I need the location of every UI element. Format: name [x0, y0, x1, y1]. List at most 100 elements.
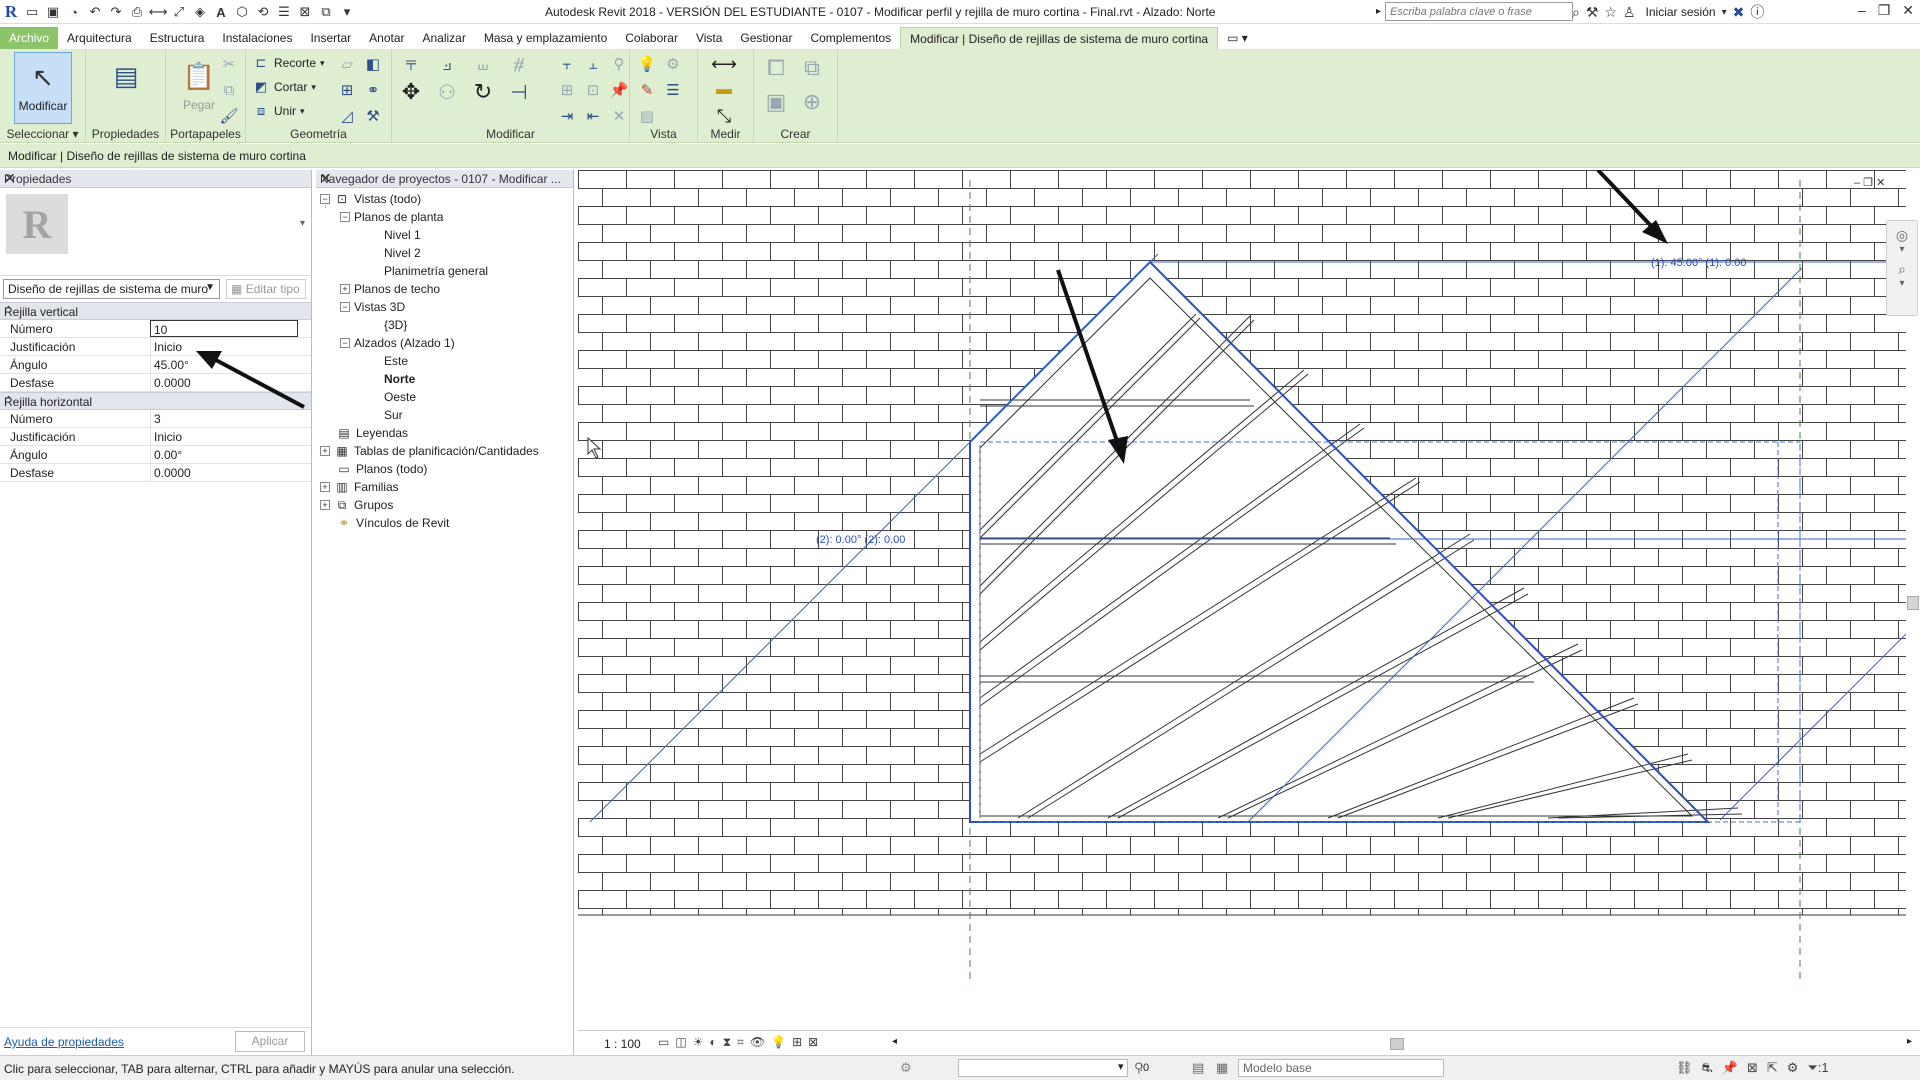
elevation-drawing[interactable]: (1): 45.00° (1): 0.00 (2): 0.00° (2): 0.… — [578, 170, 1906, 1030]
expand-icon[interactable]: + — [340, 284, 350, 294]
select-pinned-icon[interactable]: 📌 — [1722, 1060, 1738, 1078]
cut-geometry-button[interactable]: ◩ Cortar ▾ — [252, 77, 316, 97]
tab-7[interactable]: Masa y emplazamiento — [475, 27, 616, 49]
tab-2[interactable]: Estructura — [141, 27, 214, 49]
panel-label-seleccionar[interactable]: Seleccionar ▾ — [0, 127, 85, 141]
tree-node-vinculos[interactable]: ⚭ Vínculos de Revit — [336, 514, 449, 532]
tree-node-sur[interactable]: Sur — [384, 406, 403, 424]
edit-type-button[interactable]: ▦ Editar tipo — [226, 279, 306, 299]
hammer-icon[interactable]: ⚒ — [362, 105, 384, 127]
tree-node-planos-planta[interactable]: − Planos de planta — [340, 208, 443, 226]
print-icon[interactable]: ⎙ — [128, 3, 146, 21]
open-icon[interactable]: ▭ — [23, 3, 41, 21]
view-window-controls[interactable]: – ❐ ✕ — [1854, 177, 1885, 189]
tree-node-3d[interactable]: {3D} — [384, 316, 407, 334]
select-by-face-icon[interactable]: ⊠ — [1747, 1060, 1758, 1078]
rotate-icon[interactable]: ↻ — [472, 79, 494, 104]
properties-help-link[interactable]: Ayuda de propiedades — [4, 1035, 124, 1049]
thin-lines-icon[interactable]: ☰ — [275, 3, 293, 21]
analytical-icon[interactable]: ⊞ — [792, 1035, 802, 1050]
section-icon[interactable]: ⟲ — [254, 3, 272, 21]
select-links-icon[interactable]: ⛓ — [1676, 1060, 1693, 1078]
wall-joins-icon[interactable]: ⊞ — [336, 79, 358, 101]
collapse-icon[interactable]: − — [340, 212, 350, 222]
measure-icon[interactable]: ⟷ — [149, 3, 168, 21]
tree-node-oeste[interactable]: Oeste — [384, 388, 416, 406]
edit-profile-icon[interactable]: ◿ — [336, 105, 358, 127]
customize-qat-icon[interactable]: ▾ — [338, 3, 356, 21]
restore-icon[interactable]: ❐ — [1878, 2, 1891, 19]
text-icon[interactable]: A — [212, 3, 230, 21]
mirror-axis-icon[interactable]: ⧢ — [472, 53, 494, 75]
tab-1[interactable]: Arquitectura — [58, 27, 141, 49]
search-arrow-icon[interactable]: ▸ — [1376, 6, 1381, 17]
select-underlay-icon[interactable]: ⛐ — [1702, 1060, 1713, 1078]
scroll-right-icon[interactable]: ▸ — [1907, 1036, 1912, 1047]
property-value[interactable]: Inicio — [150, 428, 298, 445]
hide-icon[interactable]: ⚙ — [662, 53, 684, 75]
revit-logo-icon[interactable]: R — [2, 2, 20, 21]
line-weight-icon[interactable]: ☰ — [662, 79, 684, 101]
align-icon[interactable]: ⫧ — [400, 53, 422, 75]
background-processes-icon[interactable]: ⚙ — [1787, 1060, 1799, 1078]
move-icon[interactable]: ✥ — [400, 79, 422, 104]
workset-selector[interactable] — [958, 1059, 1128, 1077]
create-parts-icon[interactable]: ⧉ — [796, 53, 828, 83]
tab-6[interactable]: Analizar — [414, 27, 475, 49]
switch-windows-icon[interactable]: ⧉ — [317, 3, 335, 21]
property-row[interactable]: Desfase 0.0000 — [0, 464, 311, 482]
editable-only-icon[interactable]: ▦ — [1216, 1060, 1228, 1076]
tree-node-familias[interactable]: + ▥ Familias — [320, 478, 399, 496]
vertical-scrollbar[interactable] — [1906, 170, 1920, 1030]
graphics-icon[interactable]: ▨ — [636, 105, 658, 127]
exchange-icon[interactable]: ✖ — [1733, 4, 1745, 21]
help-icon[interactable]: ⓘ — [1750, 2, 1764, 22]
vertical-scroll-thumb[interactable] — [1907, 596, 1919, 610]
constraints-icon[interactable]: ⊠ — [808, 1035, 818, 1050]
undo-icon[interactable]: ↶ — [86, 3, 104, 21]
demolish-icon[interactable]: ⚭ — [362, 79, 384, 101]
collapse-icon[interactable]: − — [340, 302, 350, 312]
filter-icon[interactable]: ⏷:1 — [1807, 1060, 1828, 1078]
view-scale[interactable]: 1 : 100 — [604, 1037, 641, 1051]
expand-icon[interactable]: + — [320, 500, 330, 510]
expand-icon[interactable]: + — [320, 482, 330, 492]
split-icon[interactable]: ⫟ — [556, 53, 578, 75]
split-gap-icon[interactable]: ⫠ — [582, 53, 604, 75]
grid-label-top[interactable]: (1): 45.00° (1): 0.00 — [1651, 257, 1747, 269]
horizontal-scrollbar[interactable]: ◂ ▸ — [892, 1036, 1912, 1050]
tree-node-grupos[interactable]: + ⧉ Grupos — [320, 496, 393, 514]
type-selector[interactable]: Diseño de rejillas de sistema de muro ▼ — [3, 279, 220, 299]
tab-4[interactable]: Insertar — [301, 27, 360, 49]
pin-icon[interactable]: 📌 — [608, 79, 630, 101]
split-face-icon[interactable]: ▱ — [336, 53, 358, 75]
tab-3[interactable]: Instalaciones — [213, 27, 301, 49]
search-input[interactable] — [1385, 2, 1574, 21]
override-icon[interactable]: 💡 — [636, 53, 658, 75]
tab-5[interactable]: Anotar — [360, 27, 413, 49]
delete-icon[interactable]: ✕ — [608, 105, 630, 127]
dimension-icon[interactable]: ⤢ — [170, 3, 188, 21]
crop-icon[interactable]: ⌗ — [737, 1035, 744, 1050]
match-type-icon[interactable]: 🖌 — [218, 105, 240, 127]
grid-label-mid[interactable]: (2): 0.00° (2): 0.00 — [816, 534, 905, 546]
create-assembly-icon[interactable]: ⧠ — [760, 53, 792, 83]
group-vertical-grid[interactable]: Rejilla vertical ⌃ — [0, 302, 311, 320]
model-selector[interactable]: Modelo base — [1238, 1059, 1444, 1077]
close-icon[interactable]: ✕ — [1902, 2, 1914, 19]
tab-10[interactable]: Gestionar — [731, 27, 801, 49]
property-row[interactable]: Ángulo 0.00° — [0, 446, 311, 464]
tab-8[interactable]: Colaborar — [616, 27, 687, 49]
tag-icon[interactable]: ◈ — [191, 3, 209, 21]
create-similar-icon[interactable]: ⊕ — [796, 87, 828, 117]
join-button[interactable]: ⧈ Unir ▾ — [252, 101, 305, 121]
minimize-icon[interactable]: – — [1858, 2, 1866, 19]
property-value[interactable]: 10 — [150, 320, 298, 337]
tree-node-nivel1[interactable]: Nivel 1 — [384, 226, 421, 244]
save-icon[interactable]: ▣ — [44, 3, 62, 21]
tree-node-vistas[interactable]: − ⊡ Vistas (todo) — [320, 190, 421, 208]
array-icon[interactable]: ⊞ — [556, 79, 578, 101]
copy-element-icon[interactable]: ⚇ — [436, 81, 458, 104]
properties-button[interactable]: ▤ — [97, 52, 155, 124]
aligned-dimension-icon[interactable]: ⤡ — [704, 105, 744, 127]
